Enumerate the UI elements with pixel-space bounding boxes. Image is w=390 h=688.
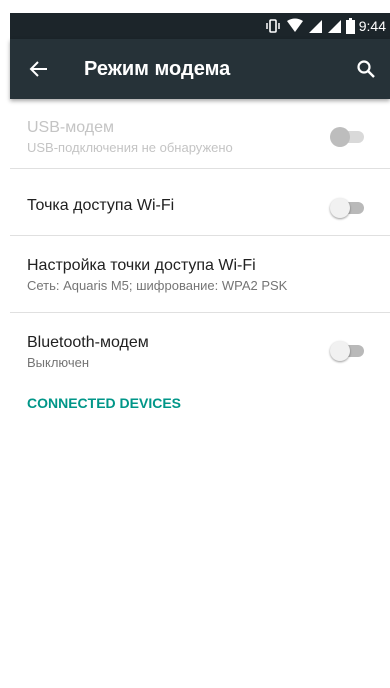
app-bar: Режим модема — [10, 39, 390, 99]
search-icon — [357, 60, 375, 78]
usb-tethering-row[interactable]: USB-модем USB-подключения не обнаружено — [10, 99, 390, 169]
switch-thumb — [330, 341, 350, 361]
signal-icon — [308, 19, 323, 34]
status-time: 9:44 — [358, 18, 386, 34]
wifi-icon — [286, 18, 304, 34]
wifi-hotspot-switch[interactable] — [330, 198, 366, 218]
signal-icon-2 — [327, 19, 342, 34]
bluetooth-tethering-switch[interactable] — [330, 341, 366, 361]
battery-icon — [345, 18, 355, 34]
arrow-back-icon — [29, 61, 47, 77]
usb-tethering-switch[interactable] — [330, 127, 366, 147]
wifi-hotspot-setup-title: Настройка точки доступа Wi-Fi — [27, 257, 256, 274]
wifi-hotspot-setup-subtitle: Сеть: Aquaris M5; шифрование: WPA2 PSK — [27, 278, 288, 293]
vibrate-icon — [264, 18, 282, 34]
wifi-hotspot-setup-row[interactable]: Настройка точки доступа Wi-Fi Сеть: Aqua… — [10, 236, 390, 313]
back-button[interactable] — [10, 39, 68, 99]
settings-list: USB-модем USB-подключения не обнаружено … — [10, 99, 390, 411]
status-bar: 9:44 — [10, 13, 390, 39]
search-button[interactable] — [342, 39, 390, 99]
connected-devices-header: CONNECTED DEVICES — [27, 395, 182, 411]
bluetooth-tethering-row[interactable]: Bluetooth-модем Выключен — [10, 313, 390, 395]
wifi-hotspot-row[interactable]: Точка доступа Wi-Fi — [10, 169, 390, 236]
switch-thumb — [330, 127, 350, 147]
switch-thumb — [330, 198, 350, 218]
page-title: Режим модема — [84, 57, 231, 80]
